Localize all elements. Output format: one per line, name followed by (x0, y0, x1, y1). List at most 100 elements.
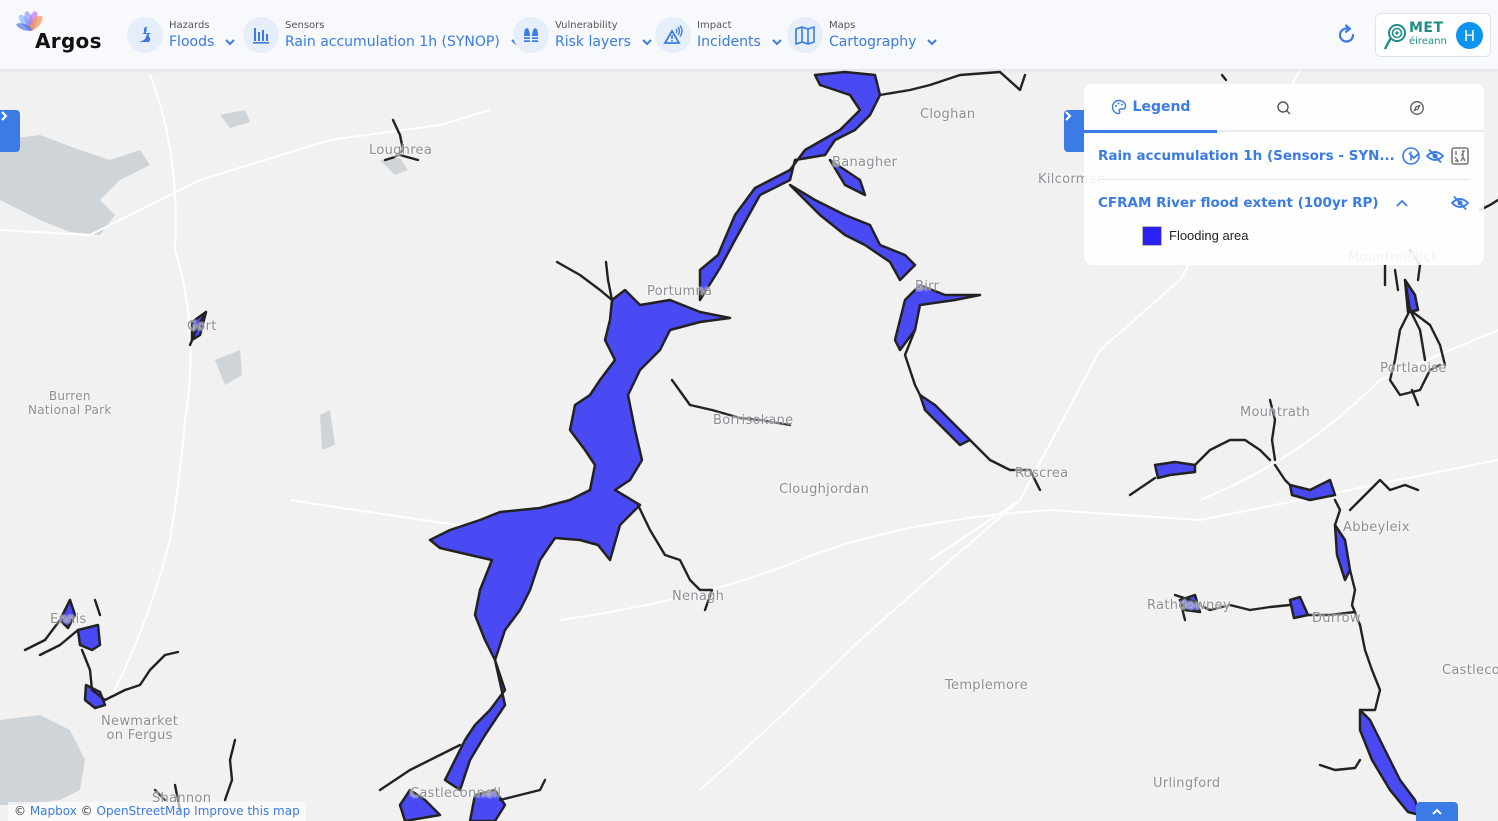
chevron-right-icon (1, 111, 8, 121)
place-label: Urlingford (1153, 776, 1221, 791)
place-label: Loughrea (369, 143, 433, 158)
nav-selected-value: Risk layers (555, 33, 631, 50)
nav-selected-value: Incidents (697, 33, 761, 50)
layer-visibility-toggle[interactable] (1450, 193, 1470, 213)
layer-visibility-toggle[interactable] (1425, 146, 1445, 166)
collapse-layer-button[interactable] (1395, 198, 1409, 208)
layer-name[interactable]: Rain accumulation 1h (Sensors - SYN... (1098, 148, 1395, 164)
legend-panel: Legend Rain accumulation 1h (Sensors - S… (1084, 84, 1484, 265)
legend-swatch-flooding-area (1142, 226, 1162, 246)
place-label: Castlecomer (1442, 663, 1498, 678)
nav-category-label: Maps (829, 19, 856, 31)
flood-line (878, 70, 1027, 97)
place-label: Portlaoise (1380, 361, 1447, 376)
flood-line (1318, 758, 1362, 772)
place-label: Rathdowney (1147, 598, 1231, 613)
nav-selected-value: Rain accumulation 1h (SYNOP) (285, 33, 500, 50)
flood-line (223, 738, 237, 802)
tab-label: Legend (1132, 99, 1191, 115)
map-attribution: © Mapbox © OpenStreetMap Improve this ma… (8, 802, 306, 821)
chevron-down-icon (926, 32, 938, 52)
copyright-symbol: © (80, 804, 93, 818)
flood-line (1220, 73, 1228, 82)
layer-name[interactable]: CFRAM River flood extent (100yr RP) (1098, 195, 1379, 211)
eye-off-icon (1450, 195, 1470, 211)
legend-panel-tabs: Legend (1084, 84, 1484, 133)
app-name: Argos (35, 29, 102, 53)
place-label: Durrow (1312, 611, 1361, 626)
left-panel-toggle[interactable] (0, 110, 20, 152)
tab-search[interactable] (1217, 84, 1350, 132)
nav-maps[interactable]: Maps Cartography (787, 17, 938, 53)
refresh-button[interactable] (1335, 23, 1359, 47)
eye-off-icon (1425, 148, 1445, 164)
organization-user-box[interactable]: MET éireann H (1375, 13, 1491, 57)
tab-legend[interactable]: Legend (1084, 84, 1217, 133)
chevron-down-icon (224, 32, 236, 52)
org-name-sub: éireann (1409, 36, 1447, 47)
improve-map-link[interactable]: Improve this map (194, 804, 300, 818)
place-label: Birr (915, 279, 940, 294)
basemap-water (0, 110, 408, 805)
flood-polygon (1288, 478, 1337, 502)
legend-panel-toggle[interactable] (1064, 110, 1084, 152)
nav-category-label: Hazards (169, 19, 210, 31)
nav-category-label: Impact (697, 19, 732, 31)
place-label: Burren National Park (28, 389, 112, 417)
place-label: Ennis (50, 612, 87, 627)
user-avatar[interactable]: H (1456, 22, 1483, 49)
refresh-icon (1338, 24, 1355, 43)
place-label: Nenagh (672, 589, 725, 604)
place-label: Templemore (945, 678, 1028, 693)
map-icon (787, 17, 823, 53)
chevron-right-icon (1065, 111, 1072, 121)
chevron-up-icon (1432, 808, 1442, 815)
chevron-down-icon (771, 32, 783, 52)
flood-line (498, 778, 547, 802)
search-icon (1276, 101, 1290, 115)
place-label: Castleconnell (410, 786, 502, 801)
bar-chart-icon (243, 17, 279, 53)
nav-selected-value: Floods (169, 33, 215, 50)
place-label: Roscrea (1015, 466, 1069, 481)
nav-selected-value: Cartography (829, 33, 917, 50)
argos-logo[interactable]: Argos (16, 11, 106, 57)
met-eireann-logo-icon (1383, 24, 1406, 50)
nav-vulnerability[interactable]: Vulnerability Risk layers (513, 17, 653, 53)
flood-wave-icon (127, 17, 163, 53)
place-label: Cloghan (920, 107, 976, 122)
chevron-up-icon (1395, 199, 1408, 207)
flood-polygon (1153, 460, 1197, 480)
place-label: Abbeyleix (1343, 520, 1410, 535)
bottom-panel-toggle[interactable] (1416, 802, 1458, 821)
flood-polygon (443, 658, 507, 792)
place-label: Banagher (832, 155, 898, 170)
place-label: Newmarket on Fergus (101, 714, 179, 743)
flood-polygon (1358, 708, 1422, 817)
flood-polygon (428, 288, 732, 662)
layer-info-button[interactable] (1401, 146, 1421, 166)
layer-value-sort-button[interactable] (1450, 146, 1470, 166)
flood-polygon (893, 283, 982, 352)
sort-numeric-icon (1451, 147, 1469, 165)
copyright-symbol: © (14, 804, 26, 818)
openstreetmap-link[interactable]: OpenStreetMap (97, 804, 191, 818)
flood-polygon (76, 623, 102, 652)
flood-line (1273, 463, 1420, 712)
place-label: Gort (187, 319, 217, 334)
nav-category-label: Vulnerability (555, 19, 618, 31)
legend-layer-row: CFRAM River flood extent (100yr RP) (1098, 180, 1470, 226)
flood-line (1388, 278, 1447, 407)
flood-line (555, 260, 614, 302)
life-vest-icon (513, 17, 549, 53)
mapbox-link[interactable]: Mapbox (30, 804, 77, 818)
flood-line (23, 598, 180, 702)
flood-polygon (788, 183, 917, 282)
tab-navigation[interactable] (1350, 84, 1483, 132)
nav-hazards[interactable]: Hazards Floods (127, 17, 236, 53)
compass-icon (1409, 101, 1424, 115)
nav-impact[interactable]: Impact Incidents (655, 17, 783, 53)
place-label: Mountrath (1240, 405, 1311, 420)
top-navigation-bar: Argos Hazards Floods Sensors Rain accumu… (0, 0, 1498, 70)
nav-sensors[interactable]: Sensors Rain accumulation 1h (SYNOP) (243, 17, 522, 53)
